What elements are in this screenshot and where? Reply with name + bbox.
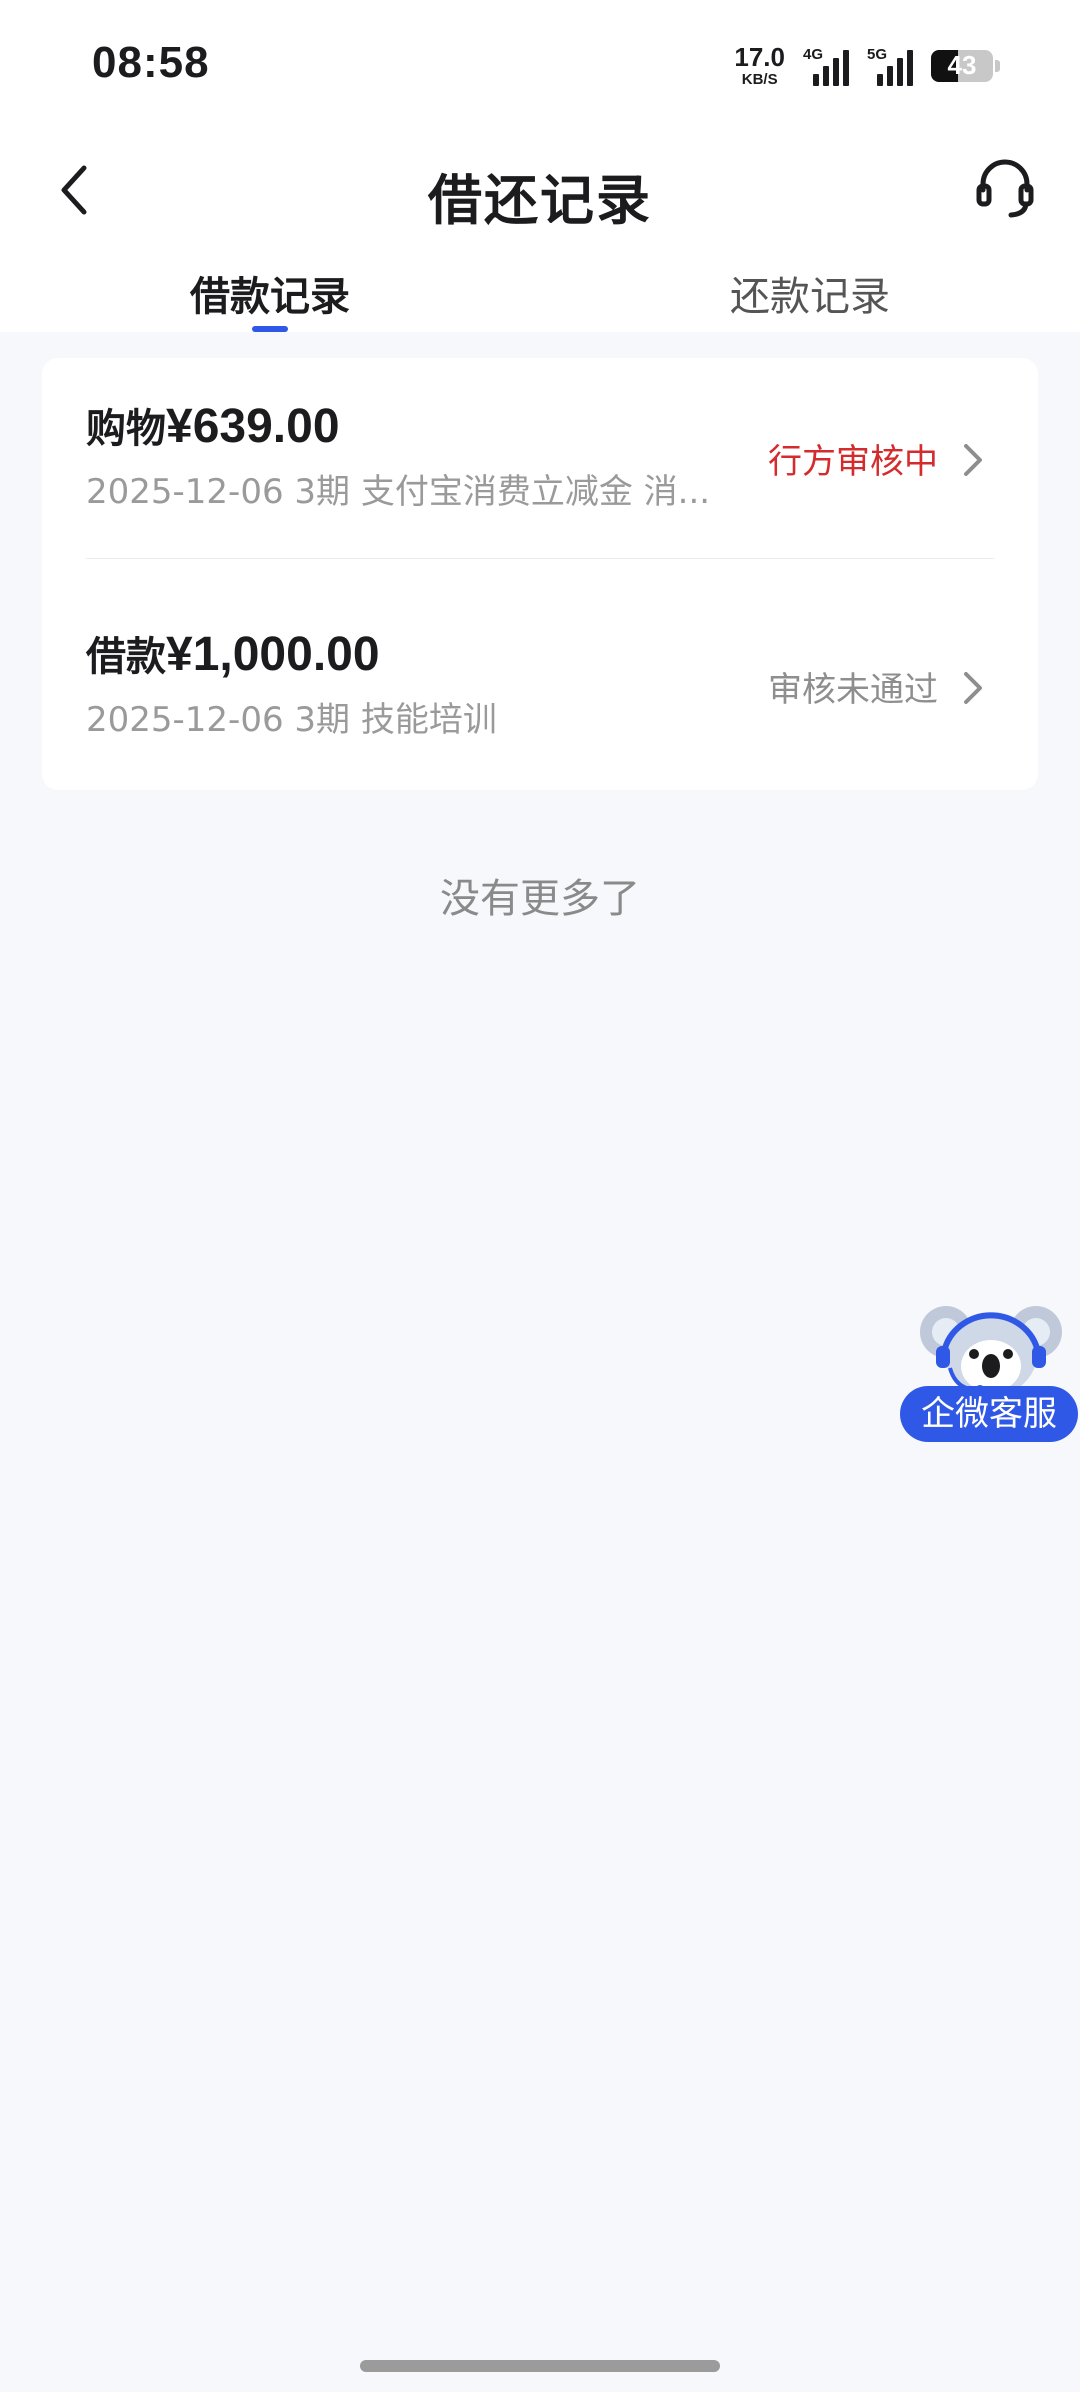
network-speed-unit: KB/S bbox=[741, 71, 778, 88]
record-amount: 借款 ¥1,000.00 bbox=[86, 624, 380, 682]
list-item[interactable]: 借款 ¥1,000.00 2025-12-06 3期 技能培训 审核未通过 bbox=[42, 574, 1038, 790]
record-tabs: 借款记录 还款记录 bbox=[0, 250, 1080, 332]
chevron-right-icon bbox=[964, 444, 982, 476]
record-amount-value: ¥1,000.00 bbox=[166, 628, 380, 681]
battery-icon: 43 bbox=[931, 49, 993, 82]
no-more-text: 没有更多了 bbox=[440, 876, 640, 922]
floating-service-label: 企微客服 bbox=[900, 1386, 1078, 1442]
home-indicator[interactable] bbox=[360, 2360, 720, 2372]
network-speed: 17.0 KB/S bbox=[734, 44, 785, 87]
record-amount: 购物 ¥639.00 bbox=[86, 396, 340, 454]
divider bbox=[86, 558, 994, 559]
record-meta: 2025-12-06 3期 支付宝消费立减金 消... bbox=[86, 472, 711, 512]
network-speed-value: 17.0 bbox=[734, 42, 785, 72]
status-time: 08:58 bbox=[92, 38, 210, 87]
record-amount-value: ¥639.00 bbox=[166, 400, 340, 453]
floating-service-button[interactable]: 企微客服 bbox=[900, 1294, 1080, 1444]
records-list: 购物 ¥639.00 2025-12-06 3期 支付宝消费立减金 消... 行… bbox=[42, 358, 1038, 790]
status-badge: 行方审核中 bbox=[768, 442, 938, 482]
active-tab-indicator bbox=[252, 326, 288, 332]
customer-service-button[interactable] bbox=[970, 154, 1040, 224]
status-badge: 审核未通过 bbox=[768, 670, 938, 710]
status-icons: 17.0 KB/S 4G 5G 43 bbox=[734, 44, 1000, 87]
battery-tip bbox=[995, 59, 1000, 72]
status-bar: 08:58 17.0 KB/S 4G 5G 43 bbox=[0, 0, 1080, 130]
headset-icon bbox=[976, 159, 1034, 218]
top-nav-bar: 借还记录 bbox=[0, 130, 1080, 250]
chevron-right-icon bbox=[964, 672, 982, 704]
signal-5g-icon: 5G bbox=[867, 46, 913, 86]
battery-level: 43 bbox=[947, 50, 977, 80]
record-type: 购物 bbox=[86, 406, 166, 452]
record-type: 借款 bbox=[86, 634, 166, 680]
record-meta: 2025-12-06 3期 技能培训 bbox=[86, 700, 497, 740]
tab-repay-records[interactable]: 还款记录 bbox=[540, 264, 1080, 322]
signal-4g-icon: 4G bbox=[803, 46, 849, 86]
tab-borrow-records[interactable]: 借款记录 bbox=[0, 264, 540, 322]
page-title: 借还记录 bbox=[428, 169, 652, 232]
list-item[interactable]: 购物 ¥639.00 2025-12-06 3期 支付宝消费立减金 消... 行… bbox=[42, 358, 1038, 574]
